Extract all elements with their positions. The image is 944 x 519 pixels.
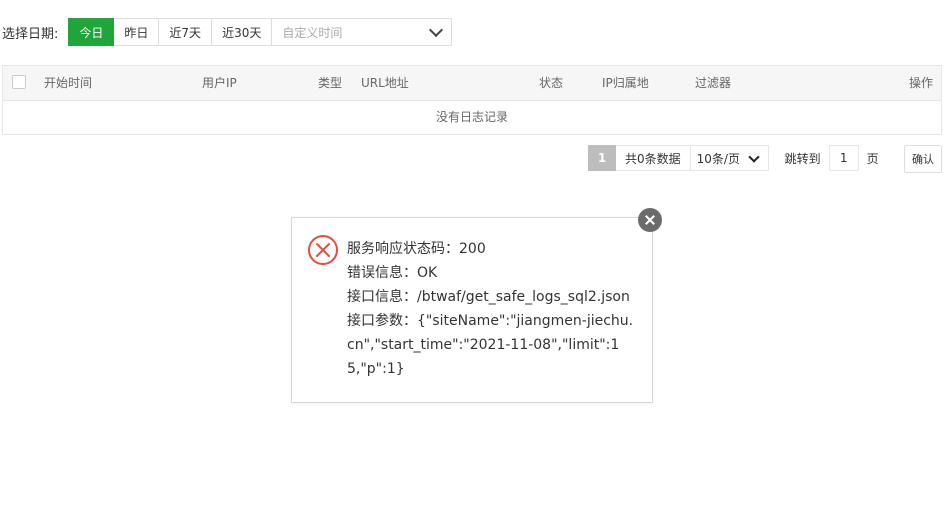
jump-label: 跳转到 [784, 151, 821, 166]
select-all-checkbox[interactable] [12, 75, 26, 89]
column-status[interactable]: 状态 [539, 66, 563, 100]
column-filter[interactable]: 过滤器 [695, 66, 731, 100]
column-user-ip[interactable]: 用户IP [202, 66, 237, 100]
table-header: 开始时间 用户IP 类型 URL地址 状态 IP归属地 过滤器 操作 [3, 66, 941, 101]
error-icon [308, 235, 338, 265]
column-start-time[interactable]: 开始时间 [44, 66, 92, 100]
date-filter: 选择日期: 今日 昨日 近7天 近30天 自定义时间 [2, 18, 453, 46]
empty-row: 没有日志记录 [435, 110, 508, 124]
confirm-jump-button[interactable]: 确认 [904, 145, 942, 173]
yesterday-button[interactable]: 昨日 [114, 18, 160, 46]
last-30-days-button[interactable]: 近30天 [212, 18, 273, 46]
chevron-down-icon [429, 22, 444, 38]
error-info-line: 错误信息：OK [347, 265, 438, 281]
page-size-value: 10条/页 [696, 151, 740, 166]
column-type[interactable]: 类型 [318, 66, 342, 100]
log-table: 开始时间 用户IP 类型 URL地址 状态 IP归属地 过滤器 操作 没有日志记… [2, 65, 942, 135]
custom-time-select[interactable]: 自定义时间 [272, 18, 453, 46]
close-icon[interactable] [638, 208, 662, 232]
page-size-select[interactable]: 10条/页 [690, 145, 769, 171]
pagination: 1 共0条数据 10条/页 跳转到 页 [588, 145, 879, 171]
custom-time-placeholder: 自定义时间 [282, 25, 343, 40]
column-url[interactable]: URL地址 [361, 66, 409, 100]
chevron-down-icon [748, 150, 760, 163]
page-number-current[interactable]: 1 [588, 145, 616, 171]
error-message: 服务响应状态码：200 错误信息：OK 接口信息：/btwaf/get_safe… [347, 237, 637, 381]
error-dialog: 服务响应状态码：200 错误信息：OK 接口信息：/btwaf/get_safe… [291, 217, 653, 403]
last-7-days-button[interactable]: 近7天 [159, 18, 213, 46]
date-filter-label: 选择日期: [2, 26, 59, 42]
jump-page-input[interactable] [828, 145, 859, 171]
column-ip-location[interactable]: IP归属地 [602, 66, 649, 100]
page-suffix: 页 [866, 151, 879, 166]
total-count: 共0条数据 [616, 145, 691, 171]
date-range-buttons: 今日 昨日 近7天 近30天 自定义时间 [68, 18, 453, 46]
status-code-line: 服务响应状态码：200 [347, 241, 486, 257]
today-button[interactable]: 今日 [68, 18, 115, 46]
api-params-line: 接口参数：{"siteName":"jiangmen-jiechu.cn","s… [347, 313, 634, 377]
column-action[interactable]: 操作 [909, 66, 933, 100]
page-root: 选择日期: 今日 昨日 近7天 近30天 自定义时间 开始时间 用户IP 类型 … [0, 0, 944, 519]
api-info-line: 接口信息：/btwaf/get_safe_logs_sql2.json [347, 289, 630, 305]
